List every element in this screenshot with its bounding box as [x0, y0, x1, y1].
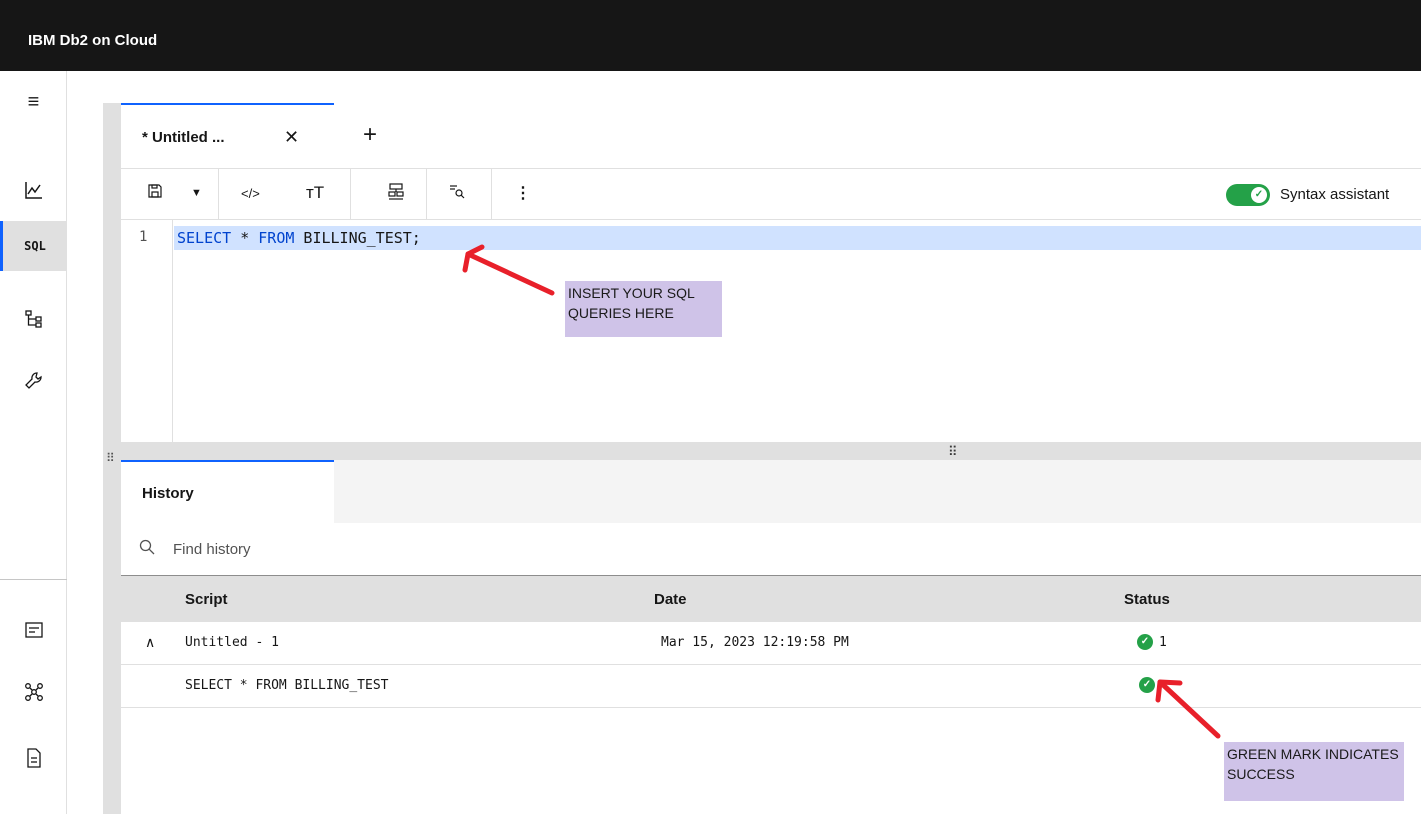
toolbar-divider — [426, 169, 427, 221]
nav-documents[interactable] — [0, 733, 67, 783]
editor-callout: INSERT YOUR SQL QUERIES HERE — [565, 281, 722, 337]
row-date: Mar 15, 2023 12:19:58 PM — [661, 635, 849, 650]
success-icon: ✓ — [1139, 677, 1155, 693]
result-tabs: History — [121, 460, 1421, 523]
sql-editor[interactable]: 1 SELECT * FROM BILLING_TEST; — [121, 220, 1421, 442]
horizontal-drag-handle[interactable]: ⠿ — [106, 452, 115, 464]
panel-splitter[interactable]: ⠿ — [121, 442, 1421, 460]
overflow-menu-icon[interactable]: ⋮ — [515, 183, 531, 203]
toolbar-divider — [350, 169, 351, 221]
drag-handle-icon[interactable]: ⠿ — [948, 444, 957, 460]
line-number: 1 — [139, 229, 148, 245]
column-header-script[interactable]: Script — [185, 591, 228, 608]
save-icon[interactable] — [147, 183, 163, 204]
text-size-icon[interactable]: ᴛT — [306, 183, 324, 203]
code-token: * — [231, 229, 259, 247]
hierarchy-icon — [24, 310, 42, 328]
code-icon[interactable]: </> — [241, 186, 260, 201]
nav-monitor[interactable] — [0, 165, 67, 215]
table-row[interactable]: ∧ Untitled - 1 Mar 15, 2023 12:19:58 PM … — [121, 622, 1421, 665]
wrench-icon — [24, 372, 42, 389]
row-status-count: 1 — [1159, 635, 1167, 650]
table-header: Script Date Status — [121, 576, 1421, 622]
tab-history-label: History — [142, 485, 194, 502]
column-header-status[interactable]: Status — [1124, 591, 1170, 608]
find-icon[interactable] — [449, 183, 465, 204]
history-search — [121, 523, 1421, 576]
document-icon — [26, 748, 41, 768]
search-icon — [139, 539, 155, 560]
syntax-assistant-label: Syntax assistant — [1280, 186, 1390, 203]
search-input[interactable] — [173, 537, 773, 561]
close-icon[interactable]: ✕ — [284, 127, 299, 148]
menu-icon[interactable]: ≡ — [0, 77, 67, 127]
caret-down-icon[interactable]: ▼ — [191, 187, 202, 199]
add-tab-icon[interactable]: + — [363, 121, 377, 149]
nav-jobs[interactable] — [0, 605, 67, 655]
toolbar-divider — [491, 169, 492, 221]
code-keyword: FROM — [258, 229, 295, 247]
chart-icon — [24, 182, 42, 199]
code-token: BILLING_TEST; — [294, 229, 421, 247]
syntax-assistant-toggle[interactable]: ✓ — [1226, 184, 1270, 206]
table-row[interactable]: SELECT * FROM BILLING_TEST ✓ — [121, 665, 1421, 708]
left-nav: ≡ SQL — [0, 71, 67, 814]
row-script: Untitled - 1 — [185, 635, 279, 650]
tab-history[interactable]: History — [121, 460, 334, 523]
network-icon — [24, 683, 43, 701]
editor-toolbar: ▼ </> ᴛT ⋮ ✓ Syntax assistant — [121, 168, 1421, 221]
checkmark-icon: ✓ — [1251, 187, 1267, 203]
explain-icon[interactable] — [388, 183, 404, 205]
list-box-icon — [24, 622, 43, 638]
chevron-up-icon[interactable]: ∧ — [145, 634, 155, 651]
nav-divider — [0, 579, 67, 580]
nav-administer[interactable] — [0, 356, 67, 406]
app-title[interactable]: IBM Db2 on Cloud — [28, 32, 157, 49]
toolbar-divider — [218, 169, 219, 221]
code-keyword: SELECT — [177, 229, 232, 247]
nav-connections[interactable] — [0, 667, 67, 717]
tab-label: * Untitled ... — [142, 129, 225, 146]
row-script: SELECT * FROM BILLING_TEST — [185, 678, 389, 693]
top-bar: IBM Db2 on Cloud — [0, 0, 1421, 71]
editor-tabs: * Untitled ... ✕ + — [121, 103, 1421, 168]
nav-sql-label: SQL — [24, 239, 46, 253]
code-line[interactable]: SELECT * FROM BILLING_TEST; — [174, 226, 1421, 250]
success-icon: ✓ — [1137, 634, 1153, 650]
history-table: Script Date Status ∧ Untitled - 1 Mar 15… — [121, 576, 1421, 708]
status-callout: GREEN MARK INDICATES SUCCESS — [1224, 742, 1404, 801]
tab-untitled[interactable]: * Untitled ... ✕ — [121, 103, 334, 168]
column-header-date[interactable]: Date — [654, 591, 687, 608]
line-gutter: 1 — [121, 220, 173, 442]
nav-explore[interactable] — [0, 294, 67, 344]
nav-sql[interactable]: SQL — [0, 221, 67, 271]
